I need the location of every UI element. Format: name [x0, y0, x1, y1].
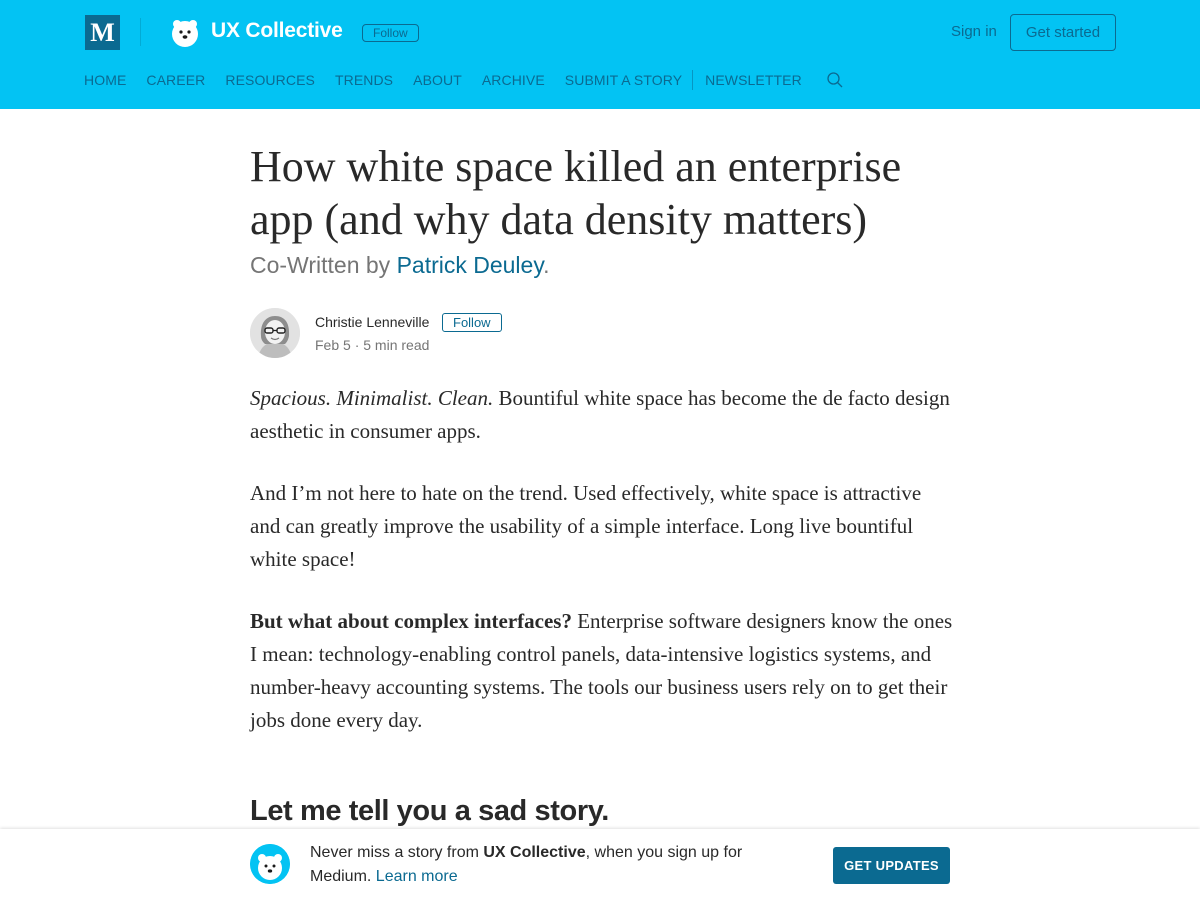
author-avatar[interactable]	[250, 308, 300, 358]
banner-message: Never miss a story from UX Collective, w…	[310, 841, 780, 889]
publication-name[interactable]: UX Collective	[211, 19, 343, 43]
author-follow-button[interactable]: Follow	[442, 313, 502, 332]
nav-archive[interactable]: ARCHIVE	[482, 72, 545, 88]
nav-about[interactable]: ABOUT	[413, 72, 462, 88]
coauthor-link[interactable]: Patrick Deuley	[397, 252, 544, 278]
nav-resources[interactable]: RESOURCES	[225, 72, 315, 88]
subtitle-prefix: Co-Written by	[250, 252, 397, 278]
author-photo	[250, 308, 300, 358]
article-subtitle: Co-Written by Patrick Deuley.	[250, 252, 550, 279]
paragraph-1-italic: Spacious. Minimalist. Clean.	[250, 386, 494, 410]
signup-banner: Never miss a story from UX Collective, w…	[0, 829, 1200, 900]
banner-text-prefix: Never miss a story from	[310, 844, 484, 861]
publication-follow-button[interactable]: Follow	[362, 24, 419, 42]
polar-bear-icon[interactable]	[169, 17, 201, 49]
nav-newsletter[interactable]: NEWSLETTER	[705, 72, 802, 88]
get-updates-button[interactable]: GET UPDATES	[833, 847, 950, 884]
article-title: How white space killed an enterprise app…	[250, 142, 902, 244]
sign-in-link[interactable]: Sign in	[951, 23, 997, 40]
section-heading: Let me tell you a sad story.	[250, 795, 609, 827]
paragraph-3-bold: But what about complex interfaces?	[250, 609, 572, 633]
header-divider	[140, 18, 141, 46]
polar-bear-icon	[250, 844, 290, 884]
banner-publication-name: UX Collective	[483, 844, 586, 861]
paragraph-2: And I’m not here to hate on the trend. U…	[250, 481, 922, 571]
nav-submit-story[interactable]: SUBMIT A STORY	[565, 72, 682, 88]
search-icon[interactable]	[826, 71, 844, 89]
medium-logo[interactable]: M	[85, 15, 120, 50]
get-started-button[interactable]: Get started	[1010, 14, 1116, 51]
site-header: M UX Collective Follow Sign in Get start…	[0, 0, 1200, 109]
nav-trends[interactable]: TRENDS	[335, 72, 393, 88]
nav-separator	[692, 70, 694, 90]
publication-nav: HOME CAREER RESOURCES TRENDS ABOUT ARCHI…	[84, 70, 844, 90]
subtitle-suffix: .	[543, 252, 550, 278]
nav-career[interactable]: CAREER	[146, 72, 205, 88]
author-name[interactable]: Christie Lenneville	[315, 314, 429, 330]
paragraph-3: But what about complex interfaces? Enter…	[250, 605, 955, 737]
paragraph-1: Spacious. Minimalist. Clean. Bountiful w…	[250, 382, 955, 448]
learn-more-link[interactable]: Learn more	[376, 868, 458, 885]
nav-home[interactable]: HOME	[84, 72, 126, 88]
article-meta: Feb 5 · 5 min read	[315, 337, 430, 353]
